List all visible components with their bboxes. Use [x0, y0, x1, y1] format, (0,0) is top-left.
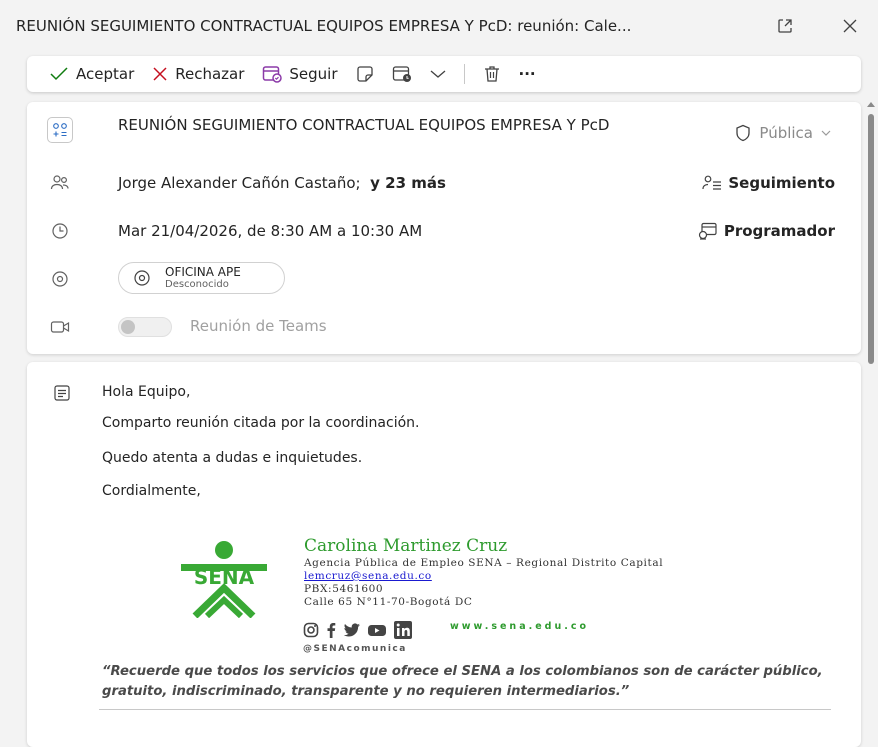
visibility-dropdown[interactable]: Pública — [735, 124, 831, 142]
toggle-knob — [121, 320, 135, 334]
calendar-options-button[interactable] — [392, 65, 412, 83]
calendar-follow-icon — [262, 65, 283, 83]
tracking-button[interactable]: Seguimiento — [702, 174, 835, 192]
event-details-card: REUNIÓN SEGUIMIENTO CONTRACTUAL EQUIPOS … — [27, 102, 861, 354]
location-pin-icon — [49, 268, 71, 290]
chevron-down-icon — [430, 69, 446, 79]
checkmark-icon — [49, 66, 69, 82]
instagram-icon[interactable] — [303, 622, 319, 638]
attendees-more[interactable]: y 23 más — [370, 174, 446, 192]
reject-label: Rechazar — [175, 65, 245, 83]
note-icon — [356, 65, 374, 83]
popout-button[interactable] — [773, 14, 797, 38]
close-button[interactable] — [838, 14, 862, 38]
clock-icon — [49, 220, 71, 242]
title-bar: REUNIÓN SEGUIMIENTO CONTRACTUAL EQUIPOS … — [0, 0, 878, 52]
video-camera-icon — [49, 316, 71, 338]
event-subject: REUNIÓN SEGUIMIENTO CONTRACTUAL EQUIPOS … — [118, 116, 610, 134]
scheduler-label: Programador — [723, 222, 835, 240]
social-handle: @SENAcomunica — [303, 644, 407, 654]
note-button[interactable] — [356, 65, 374, 83]
attendees-row: Jorge Alexander Cañón Castaño; y 23 más … — [27, 170, 861, 196]
more-actions-button[interactable]: ··· — [519, 65, 536, 83]
signature-name: Carolina Martinez Cruz — [304, 536, 508, 556]
signature-address: Calle 65 N°11-70-Bogotá DC — [304, 596, 473, 608]
accept-button[interactable]: Aceptar — [49, 65, 134, 83]
action-toolbar: Aceptar Rechazar Seguir ··· — [27, 56, 861, 92]
delete-button[interactable] — [483, 65, 501, 83]
sena-logo: SENA — [177, 540, 272, 618]
body-line-1: Comparto reunión citada por la coordinac… — [102, 415, 420, 431]
vertical-scrollbar[interactable] — [867, 102, 875, 747]
event-datetime: Mar 21/04/2026, de 8:30 AM a 10:30 AM — [118, 222, 423, 240]
shield-icon — [735, 124, 751, 142]
attendee-name: Jorge Alexander Cañón Castaño; — [118, 174, 361, 192]
close-icon — [842, 18, 858, 34]
teams-meeting-toggle[interactable] — [118, 317, 172, 337]
social-icons — [303, 620, 413, 640]
follow-label: Seguir — [289, 65, 338, 83]
location-pin-icon — [133, 269, 151, 287]
signature-phone: PBX:5461600 — [304, 583, 384, 595]
trash-icon — [483, 65, 501, 83]
email-link[interactable]: lemcruz@sena.edu.co — [304, 570, 432, 582]
location-chip[interactable]: OFICINA APE Desconocido — [118, 262, 285, 294]
visibility-label: Pública — [759, 124, 813, 142]
people-list-icon — [702, 174, 722, 192]
facebook-icon[interactable] — [325, 622, 337, 638]
youtube-icon[interactable] — [367, 622, 387, 638]
closing: Cordialmente, — [102, 483, 201, 499]
window-title: REUNIÓN SEGUIMIENTO CONTRACTUAL EQUIPOS … — [16, 17, 632, 35]
teams-meeting-label: Reunión de Teams — [190, 317, 327, 335]
category-icon[interactable] — [47, 117, 73, 143]
twitter-icon[interactable] — [343, 622, 361, 638]
scroll-up-arrow-icon[interactable] — [867, 102, 875, 107]
sena-disclaimer-quote: “Recuerde que todos los servicios que of… — [102, 664, 823, 699]
greeting: Hola Equipo, — [102, 384, 191, 400]
signature-email[interactable]: lemcruz@sena.edu.co — [304, 570, 432, 582]
attendees-text[interactable]: Jorge Alexander Cañón Castaño; y 23 más — [118, 174, 446, 192]
more-options-dropdown[interactable] — [430, 69, 446, 79]
notes-icon — [53, 384, 71, 402]
calendar-clock-icon — [392, 65, 412, 83]
location-text: OFICINA APE Desconocido — [165, 265, 241, 291]
reject-button[interactable]: Rechazar — [152, 65, 244, 83]
divider-line — [99, 709, 831, 710]
tracking-label: Seguimiento — [728, 174, 835, 192]
people-icon — [49, 172, 71, 194]
linkedin-icon[interactable] — [393, 620, 413, 640]
website-text[interactable]: www.sena.edu.co — [450, 621, 589, 632]
location-status: Desconocido — [165, 279, 229, 290]
more-label: ··· — [518, 65, 536, 83]
body-line-2: Quedo atenta a dudas e inquietudes. — [102, 450, 363, 466]
location-name: OFICINA APE — [165, 265, 241, 279]
scheduler-button[interactable]: Programador — [698, 222, 835, 240]
accept-label: Aceptar — [76, 65, 135, 83]
x-icon — [152, 66, 168, 82]
chevron-down-icon — [821, 129, 831, 137]
signature-org: Agencia Pública de Empleo SENA – Regiona… — [304, 557, 664, 569]
datetime-row: Mar 21/04/2026, de 8:30 AM a 10:30 AM Pr… — [27, 218, 861, 244]
popout-icon — [776, 17, 794, 35]
toolbar-divider — [463, 64, 465, 84]
scheduler-icon — [698, 222, 718, 240]
scrollbar-thumb[interactable] — [868, 114, 874, 364]
follow-button[interactable]: Seguir — [262, 65, 338, 83]
message-body-card: Hola Equipo, Comparto reunión citada por… — [27, 362, 861, 747]
